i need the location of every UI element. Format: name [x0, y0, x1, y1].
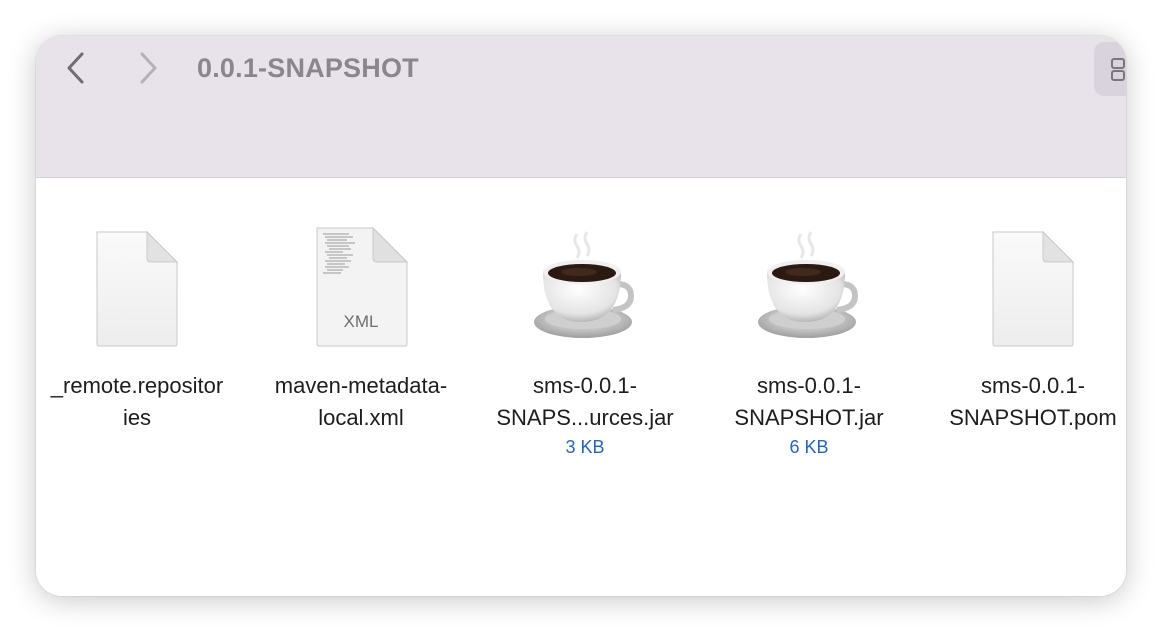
file-name: _remote.repositor ies	[50, 373, 224, 430]
file-size: 6 KB	[789, 437, 829, 457]
back-button[interactable]	[56, 50, 96, 86]
forward-button[interactable]	[128, 50, 168, 86]
finder-window: 0.0.1-SNAPSHOT _remote.repositor ies XML…	[36, 36, 1126, 596]
file-grid: _remote.repositor ies XML maven-metadata…	[36, 178, 1126, 596]
view-options-button[interactable]	[1094, 42, 1126, 96]
file-item[interactable]: _remote.repositor ies	[36, 226, 247, 434]
file-name: sms-0.0.1- SNAPSHOT.jar	[734, 373, 884, 430]
chevron-left-icon	[67, 52, 84, 84]
file-name: sms-0.0.1- SNAPS...urces.jar	[496, 373, 674, 430]
toolbar: 0.0.1-SNAPSHOT	[36, 36, 1126, 178]
file-item[interactable]: sms-0.0.1- SNAPSHOT.pom	[923, 226, 1126, 434]
window-title: 0.0.1-SNAPSHOT	[197, 53, 419, 83]
file-item[interactable]: sms-0.0.1- SNAPSHOT.jar 6 KB	[699, 226, 919, 460]
xml-document-icon: XML	[313, 226, 409, 350]
xml-icon-label: XML	[343, 312, 379, 331]
file-size: 3 KB	[565, 437, 605, 457]
generic-document-icon	[91, 226, 183, 350]
generic-document-icon	[987, 226, 1079, 350]
chevron-right-icon	[140, 52, 157, 84]
file-item[interactable]: XML maven-metadata- local.xml	[251, 226, 471, 434]
file-name: maven-metadata- local.xml	[274, 373, 448, 430]
file-name: sms-0.0.1- SNAPSHOT.pom	[949, 373, 1117, 430]
java-coffee-cup-icon	[757, 226, 861, 350]
file-item[interactable]: sms-0.0.1- SNAPS...urces.jar 3 KB	[475, 226, 695, 460]
grid-view-icon	[1111, 58, 1125, 81]
java-coffee-cup-icon	[533, 226, 637, 350]
